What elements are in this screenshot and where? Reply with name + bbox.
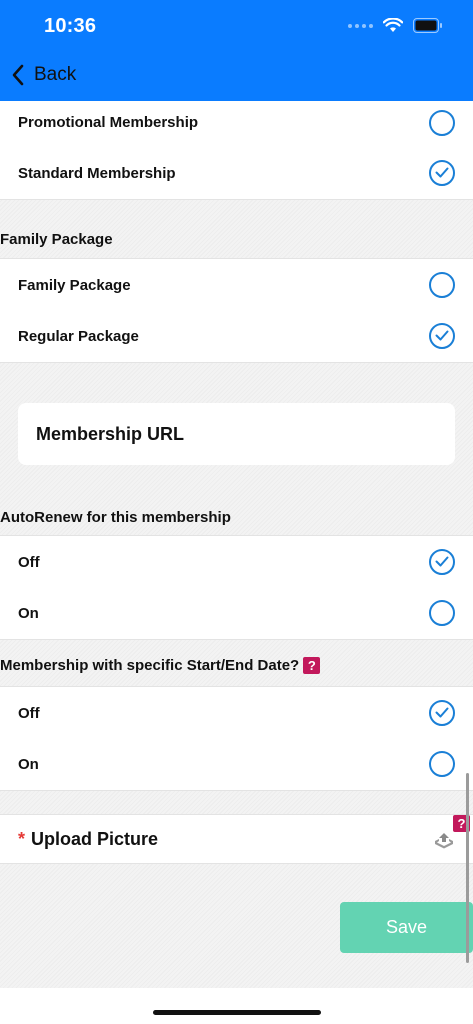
battery-icon <box>413 18 442 33</box>
option-label: Promotional Membership <box>18 114 199 131</box>
option-label: Standard Membership <box>18 165 176 182</box>
upload-picture-row[interactable]: * Upload Picture ? <box>0 814 473 864</box>
option-promotional-membership[interactable]: Promotional Membership <box>0 101 473 148</box>
upload-picture-text: Upload Picture <box>31 829 159 849</box>
home-indicator[interactable] <box>153 1010 321 1015</box>
option-label: On <box>18 756 39 773</box>
scrollbar[interactable] <box>466 773 469 963</box>
radio-unchecked-icon[interactable] <box>429 272 455 298</box>
section-title-specific-dates: Membership with specific Start/End Date?… <box>0 657 321 674</box>
radio-checked-icon[interactable] <box>429 323 455 349</box>
option-label: Off <box>18 705 40 722</box>
status-bar: 10:36 <box>0 0 473 52</box>
option-family-package[interactable]: Family Package <box>0 258 473 312</box>
nav-bar: Back <box>0 52 473 101</box>
option-specific-dates-on[interactable]: On <box>0 738 473 791</box>
option-autorenew-off[interactable]: Off <box>0 535 473 589</box>
option-label: On <box>18 605 39 622</box>
back-button[interactable]: Back <box>12 64 76 86</box>
option-label: Off <box>18 554 40 571</box>
section-title-family-package: Family Package <box>0 231 113 248</box>
membership-url-label: Membership URL <box>36 424 185 444</box>
radio-unchecked-icon[interactable] <box>429 600 455 626</box>
radio-unchecked-icon[interactable] <box>429 110 455 136</box>
upload-icon[interactable] <box>433 831 455 849</box>
option-label: Family Package <box>18 277 131 294</box>
required-marker: * <box>18 829 26 849</box>
section-title-text: Membership with specific Start/End Date? <box>0 657 300 674</box>
upload-picture-label: * Upload Picture <box>18 829 158 850</box>
radio-checked-icon[interactable] <box>429 549 455 575</box>
option-label: Regular Package <box>18 328 139 345</box>
save-button[interactable]: Save <box>340 902 473 953</box>
section-title-autorenew: AutoRenew for this membership <box>0 509 231 526</box>
option-regular-package[interactable]: Regular Package <box>0 310 473 363</box>
radio-unchecked-icon[interactable] <box>429 751 455 777</box>
help-icon[interactable]: ? <box>303 657 321 674</box>
option-specific-dates-off[interactable]: Off <box>0 686 473 740</box>
cellular-signal-icon <box>348 23 373 28</box>
option-standard-membership[interactable]: Standard Membership <box>0 147 473 200</box>
radio-checked-icon[interactable] <box>429 160 455 186</box>
chevron-left-icon <box>12 64 24 86</box>
status-time: 10:36 <box>44 15 97 37</box>
radio-checked-icon[interactable] <box>429 700 455 726</box>
back-label: Back <box>34 64 77 85</box>
membership-url-field[interactable]: Membership URL <box>18 403 455 465</box>
status-icons <box>348 18 443 33</box>
form-content[interactable]: Promotional Membership Standard Membersh… <box>0 101 473 988</box>
option-autorenew-on[interactable]: On <box>0 587 473 640</box>
wifi-icon <box>383 18 403 32</box>
bottom-bar <box>0 988 473 1024</box>
